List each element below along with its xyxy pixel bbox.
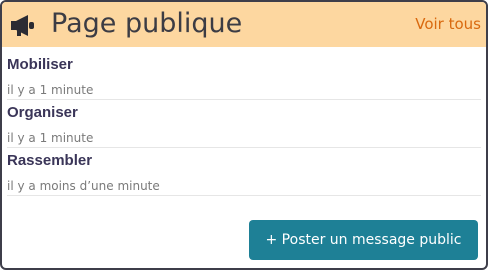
- list-item[interactable]: Rassembler il y a moins d’une minute: [7, 148, 481, 196]
- list-item[interactable]: Organiser il y a 1 minute: [7, 100, 481, 148]
- page-title: Page publique: [51, 8, 243, 39]
- megaphone-icon: [11, 15, 34, 36]
- post-title[interactable]: Mobiliser: [7, 56, 73, 73]
- post-list: Mobiliser il y a 1 minute Organiser il y…: [7, 52, 481, 196]
- post-timestamp: il y a moins d’une minute: [7, 179, 160, 193]
- post-timestamp: il y a 1 minute: [7, 131, 94, 145]
- post-title[interactable]: Organiser: [7, 104, 78, 121]
- post-public-message-button[interactable]: + Poster un message public: [249, 220, 478, 260]
- post-timestamp: il y a 1 minute: [7, 83, 94, 97]
- list-item[interactable]: Mobiliser il y a 1 minute: [7, 52, 481, 100]
- see-all-link[interactable]: Voir tous: [415, 15, 481, 33]
- panel-header: Page publique Voir tous: [2, 2, 486, 47]
- post-title[interactable]: Rassembler: [7, 152, 92, 169]
- public-page-panel: Page publique Voir tous Mobiliser il y a…: [0, 0, 488, 270]
